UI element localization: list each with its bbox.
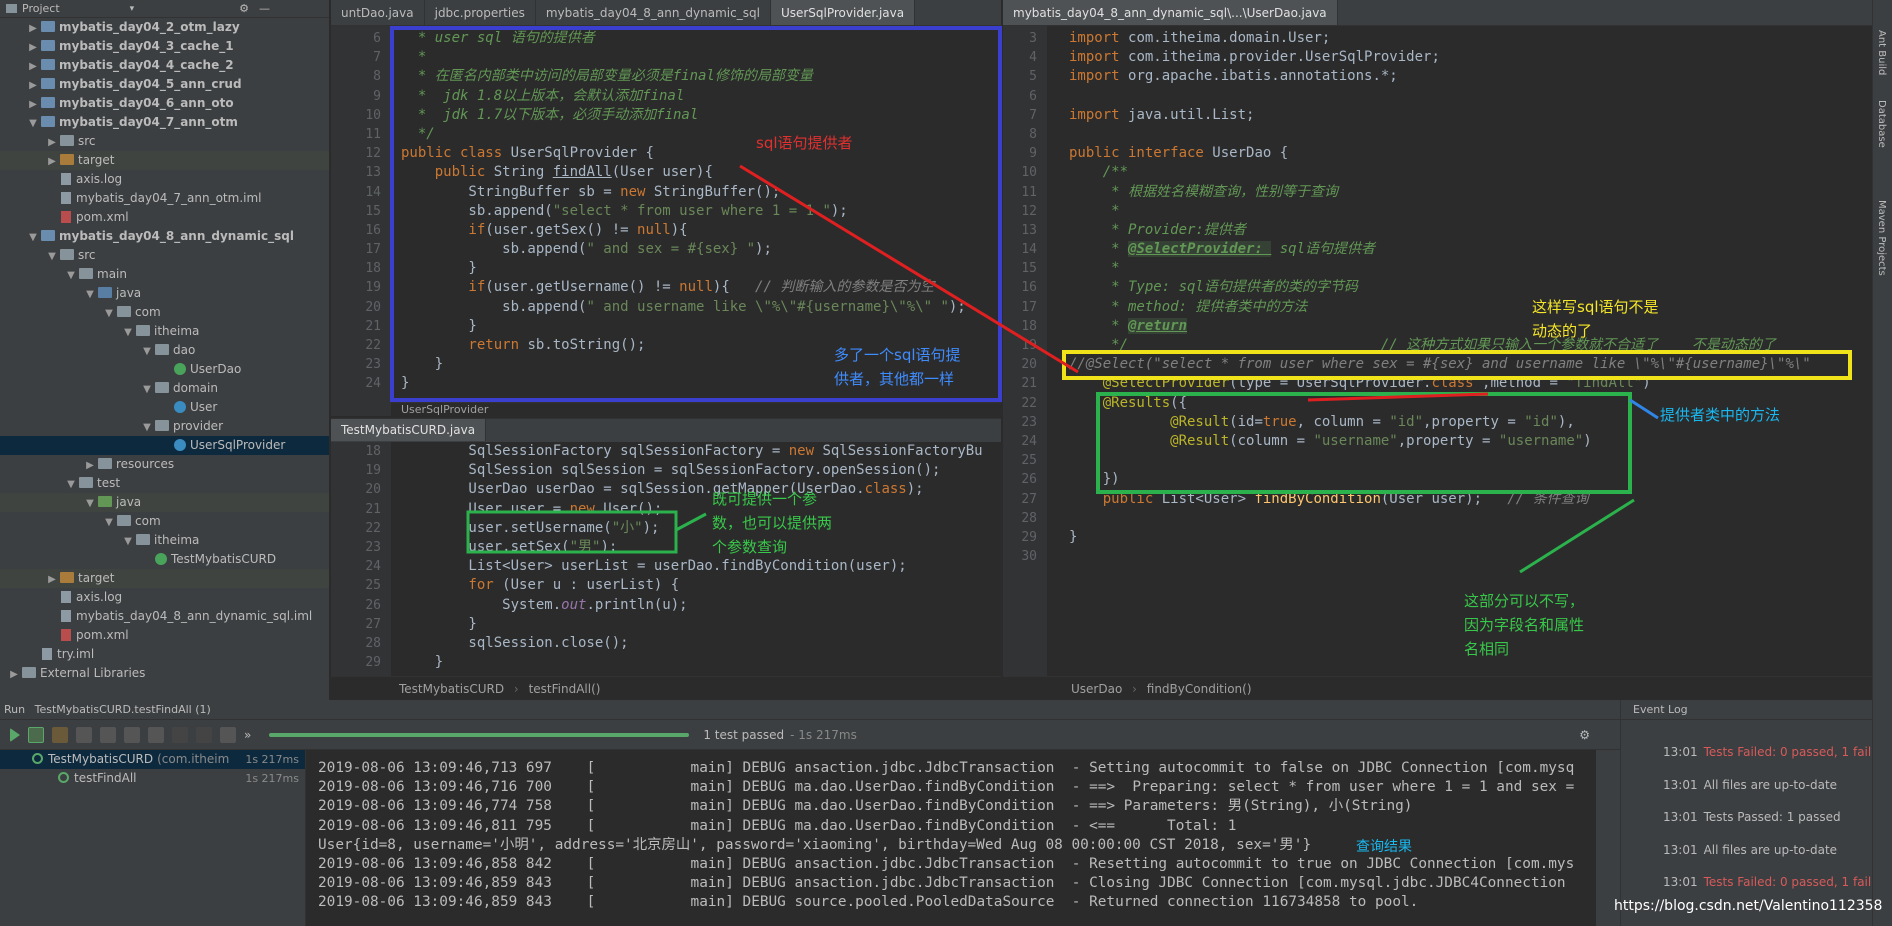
note-params-2: 数，也可以提供两 <box>712 514 833 532</box>
red-arrow-line <box>739 164 1079 374</box>
params-box <box>466 510 678 554</box>
watermark: https://blog.csdn.net/Valentino112358 <box>1614 898 1883 914</box>
note-extra-provider-1: 多了一个sql语句提 <box>834 346 961 364</box>
note-optional-3: 名相同 <box>1464 640 1510 658</box>
annotation-overlay <box>390 26 1852 574</box>
results-box <box>1096 392 1632 494</box>
note-params-1: 既可提供一个参 <box>712 490 818 508</box>
select-comment-box <box>1062 350 1852 380</box>
note-not-dynamic-1: 这样写sql语句不是 <box>1532 298 1659 316</box>
note-extra-provider-2: 供者，其他都一样 <box>834 370 955 388</box>
note-not-dynamic-2: 动态的了 <box>1532 322 1593 340</box>
green-params-line <box>675 512 707 532</box>
note-optional-1: 这部分可以不写， <box>1464 592 1585 610</box>
note-params-3: 个参数查询 <box>712 538 788 556</box>
blue-method-line <box>1629 398 1659 420</box>
green-results-line <box>1519 498 1635 574</box>
note-sql-provider: sql语句提供者 <box>756 134 853 152</box>
note-query-result: 查询结果 <box>1356 839 1412 855</box>
note-provider-method: 提供者类中的方法 <box>1660 406 1781 424</box>
note-optional-2: 因为字段名和属性 <box>1464 616 1585 634</box>
